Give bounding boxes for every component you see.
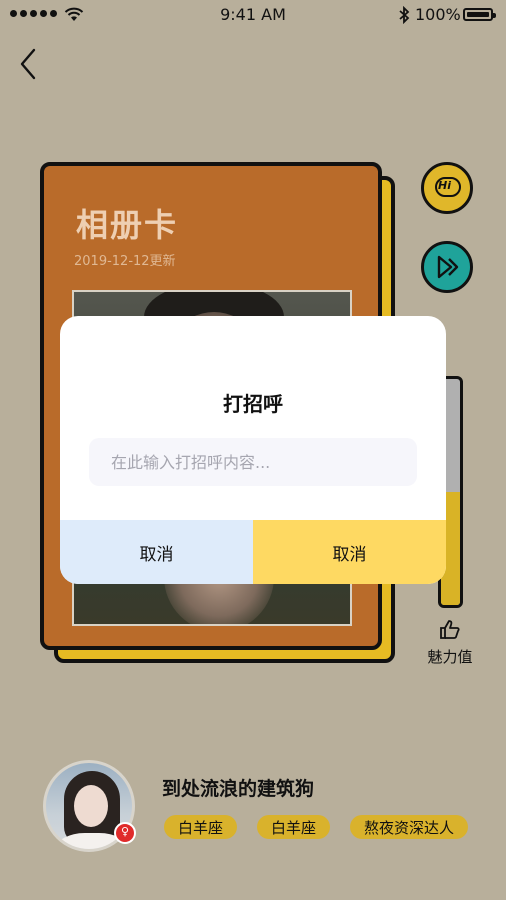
charm-label: 魅力值 <box>427 648 473 666</box>
tag-item: 白羊座 <box>164 815 238 839</box>
greeting-dialog: 打招呼 取消 取消 <box>60 316 446 584</box>
cancel-button-right[interactable]: 取消 <box>253 520 446 584</box>
back-button[interactable] <box>14 46 44 82</box>
hi-label: Hi <box>438 179 451 192</box>
dialog-buttons: 取消 取消 <box>60 520 446 584</box>
username: 到处流浪的建筑狗 <box>162 778 315 800</box>
play-button[interactable] <box>421 241 473 293</box>
tag-item: 熬夜资深达人 <box>350 815 469 839</box>
thumbs-up-icon[interactable] <box>438 618 462 640</box>
greeting-input[interactable] <box>89 438 417 486</box>
dialog-title: 打招呼 <box>223 392 283 416</box>
album-card-date: 2019-12-12更新 <box>74 254 176 269</box>
tag-list: 白羊座 白羊座 熬夜资深达人 <box>164 815 469 839</box>
say-hi-button[interactable]: Hi <box>421 162 473 214</box>
battery-icon <box>463 8 496 21</box>
battery-percent: 100% <box>415 5 461 24</box>
cancel-button-left[interactable]: 取消 <box>60 520 253 584</box>
gender-female-icon: ♀ <box>114 822 136 844</box>
gender-symbol: ♀ <box>120 825 130 838</box>
album-card-title: 相册卡 <box>76 206 179 244</box>
bluetooth-icon <box>399 6 410 24</box>
tag-item: 白羊座 <box>257 815 331 839</box>
status-bar: 9:41 AM 100% <box>0 0 506 30</box>
play-forward-icon <box>437 255 459 279</box>
